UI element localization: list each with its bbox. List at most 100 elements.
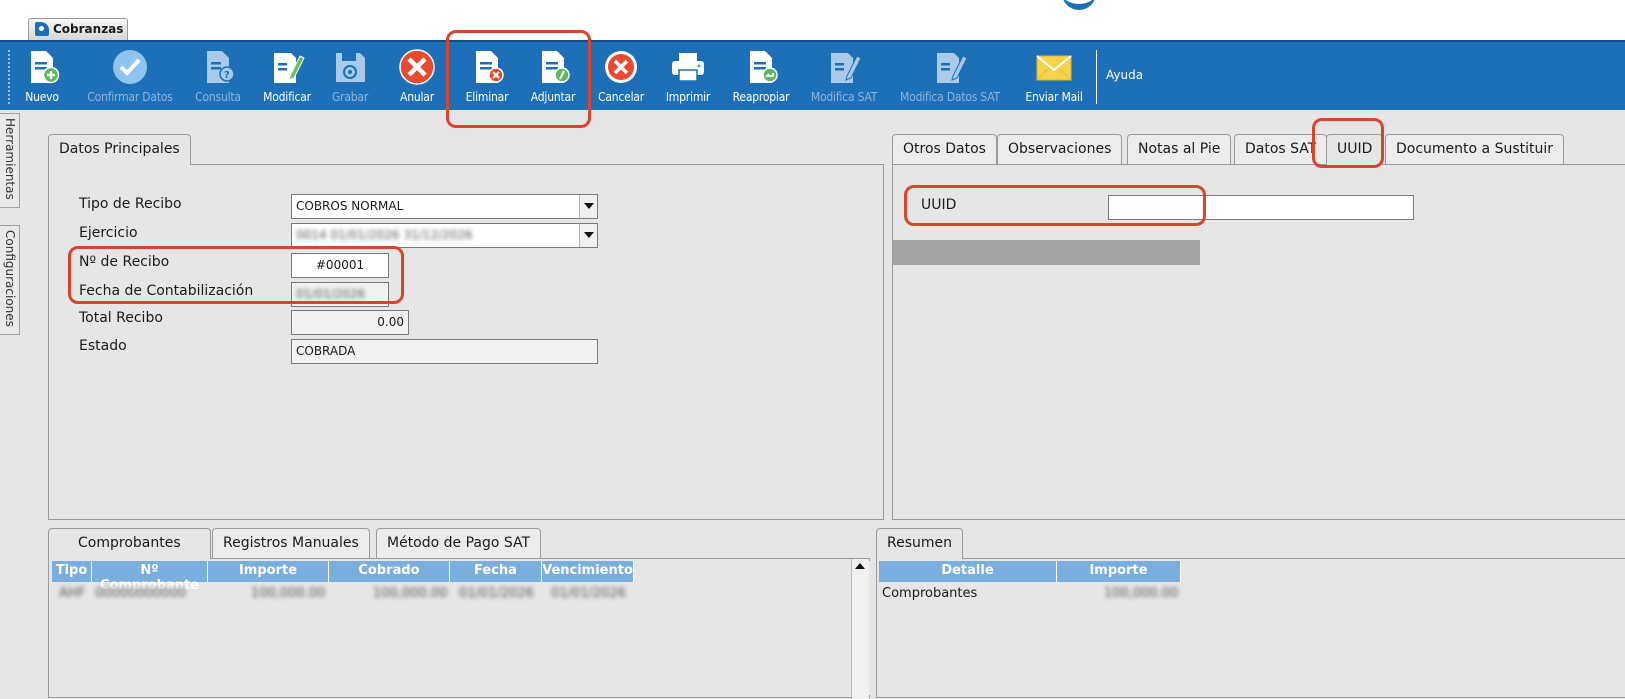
tab-uuid-label: UUID (1337, 141, 1373, 157)
cell-detalle: Comprobantes (882, 586, 978, 601)
cobranzas-tab-icon (35, 22, 49, 36)
toolbar-grip[interactable] (8, 50, 12, 104)
nuevo-button[interactable]: Nuevo (18, 42, 66, 110)
estado-label: Estado (79, 338, 127, 354)
tab-uuid[interactable]: UUID (1326, 134, 1384, 165)
side-tab-configuraciones-label: Configuraciones (3, 230, 17, 327)
fecha-contabilizacion-field[interactable]: 01/01/2026 (291, 282, 389, 307)
tab-otros-datos[interactable]: Otros Datos (892, 134, 997, 164)
tab-datos-sat[interactable]: Datos SAT (1234, 134, 1328, 164)
tipo-recibo-value: COBROS NORMAL (296, 199, 404, 213)
col-header-vencimiento[interactable]: Vencimiento (542, 561, 634, 582)
comprobantes-panel: Tipo Nº Comprobante Importe Cobrado Fech… (48, 558, 870, 699)
toolbar: Nuevo Confirmar Datos ? Consulta Modific… (0, 40, 1625, 110)
mail-envelope-icon (1036, 55, 1072, 81)
chevron-down-icon[interactable] (579, 224, 597, 247)
tab-otros-datos-label: Otros Datos (903, 141, 986, 157)
save-disk-icon (336, 53, 365, 82)
imprimir-button[interactable]: Imprimir (660, 42, 716, 110)
tab-registros-manuales-label: Registros Manuales (223, 535, 359, 551)
tab-metodo-pago-sat-label: Método de Pago SAT (387, 535, 531, 551)
tab-datos-principales[interactable]: Datos Principales (48, 134, 191, 165)
cancel-x-icon (399, 49, 435, 85)
toolbar-separator (1096, 50, 1097, 104)
tab-observaciones-label: Observaciones (1008, 141, 1112, 157)
adjuntar-button[interactable]: Adjuntar (522, 42, 584, 110)
col-header-importe[interactable]: Importe (208, 561, 329, 582)
tab-registros-manuales[interactable]: Registros Manuales (212, 528, 370, 558)
total-recibo-value: 0.00 (377, 315, 404, 329)
col-header-cobrado[interactable]: Cobrado (329, 561, 450, 582)
nro-recibo-value: #00001 (315, 258, 365, 272)
confirmar-datos-button[interactable]: Confirmar Datos (78, 42, 182, 110)
ayuda-link[interactable]: Ayuda (1106, 68, 1143, 82)
col-header-resumen-importe[interactable]: Importe (1057, 561, 1181, 582)
consulta-label: Consulta (195, 90, 241, 104)
adjuntar-label: Adjuntar (530, 90, 576, 104)
side-tab-herramientas[interactable]: Herramientas (0, 113, 20, 208)
enviar-mail-button[interactable]: Enviar Mail (1018, 42, 1090, 110)
tipo-recibo-label: Tipo de Recibo (79, 196, 182, 212)
printer-icon (672, 53, 704, 82)
tab-metodo-pago-sat[interactable]: Método de Pago SAT (376, 528, 542, 558)
scroll-up-icon[interactable] (855, 563, 865, 569)
col-header-tipo[interactable]: Tipo (52, 561, 92, 582)
uuid-progress-bar (893, 240, 1200, 265)
cancelar-label: Cancelar (597, 90, 645, 104)
nro-recibo-label: Nº de Recibo (79, 254, 170, 270)
modificar-label: Modificar (263, 90, 311, 104)
nro-recibo-field[interactable]: #00001 (291, 253, 389, 278)
reassign-document-icon (750, 51, 778, 83)
tipo-recibo-select[interactable]: COBROS NORMAL (291, 194, 598, 219)
col-header-detalle[interactable]: Detalle (879, 561, 1057, 582)
tab-notas-al-pie[interactable]: Notas al Pie (1127, 134, 1232, 164)
modifica-datos-sat-label: Modifica Datos SAT (900, 90, 1000, 104)
comprobantes-grid: Tipo Nº Comprobante Importe Cobrado Fech… (52, 561, 870, 695)
cell-nro-comprobante: 00000000000 (95, 586, 186, 601)
window-tab-cobranzas[interactable]: Cobranzas (28, 18, 128, 40)
cell-resumen-importe: 100,000.00 (1104, 586, 1179, 601)
modifica-datos-sat-button[interactable]: Modifica Datos SAT (894, 42, 1006, 110)
anular-label: Anular (400, 90, 434, 104)
new-document-icon (31, 51, 60, 84)
anular-button[interactable]: Anular (392, 42, 442, 110)
col-header-nro-comprobante[interactable]: Nº Comprobante (92, 561, 208, 593)
eliminar-button[interactable]: Eliminar (458, 42, 516, 110)
consulta-button[interactable]: ? Consulta (190, 42, 246, 110)
grabar-label: Grabar (331, 90, 369, 104)
tab-observaciones[interactable]: Observaciones (997, 134, 1123, 164)
chevron-down-icon[interactable] (579, 195, 597, 218)
grabar-button[interactable]: Grabar (326, 42, 374, 110)
tab-comprobantes-label: Comprobantes (78, 535, 181, 551)
fecha-contabilizacion-value: 01/01/2026 (296, 287, 366, 301)
tab-comprobantes[interactable]: Comprobantes (48, 528, 211, 559)
uuid-input[interactable] (1108, 195, 1414, 220)
table-row[interactable]: Comprobantes 100,000.00 (879, 584, 1181, 605)
side-tab-configuraciones[interactable]: Configuraciones (0, 225, 20, 335)
cancelar-button[interactable]: Cancelar (592, 42, 650, 110)
cell-tipo: AHF (59, 586, 86, 601)
table-row[interactable]: AHF 00000000000 100,000.00 100,000.00 01… (52, 584, 634, 605)
query-document-icon: ? (207, 51, 235, 83)
eliminar-label: Eliminar (465, 90, 509, 104)
enviar-mail-label: Enviar Mail (1025, 90, 1083, 104)
tab-datos-principales-label: Datos Principales (59, 141, 180, 157)
tab-documento-a-sustituir[interactable]: Documento a Sustituir (1385, 134, 1565, 164)
tab-resumen[interactable]: Resumen (876, 528, 964, 559)
ejercicio-select[interactable]: 0014 01/01/2026 31/12/2026 (291, 223, 598, 248)
cell-importe: 100,000.00 (251, 586, 326, 601)
modificar-button[interactable]: Modificar (256, 42, 318, 110)
edit-sat-icon (831, 53, 862, 83)
uuid-panel: UUID (892, 164, 1625, 520)
tab-resumen-label: Resumen (887, 535, 953, 551)
col-header-fecha[interactable]: Fecha (450, 561, 542, 582)
reapropiar-button[interactable]: Reapropiar (726, 42, 796, 110)
modifica-sat-label: Modifica SAT (810, 90, 878, 104)
total-recibo-field[interactable]: 0.00 (291, 310, 409, 335)
modifica-sat-button[interactable]: Modifica SAT (806, 42, 882, 110)
tab-datos-sat-label: Datos SAT (1245, 141, 1317, 157)
confirmar-datos-label: Confirmar Datos (87, 90, 173, 104)
grid-scrollbar[interactable] (851, 559, 869, 699)
svg-text:?: ? (224, 70, 230, 81)
window-tab-strip (0, 0, 1625, 40)
